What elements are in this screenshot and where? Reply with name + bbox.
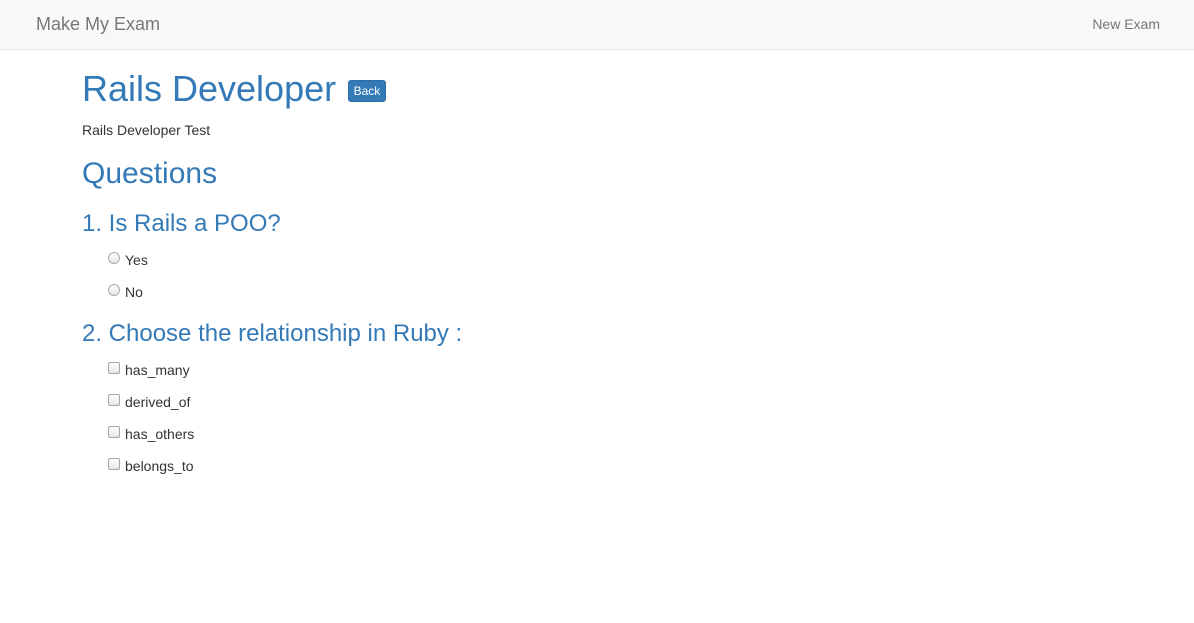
radio-button[interactable]	[108, 284, 120, 296]
page-title: Rails Developer	[82, 68, 337, 109]
new-exam-link[interactable]: New Exam	[1092, 15, 1160, 33]
title-row: Rails Developer Back	[82, 68, 387, 110]
back-button[interactable]: Back	[347, 80, 387, 102]
brand-link[interactable]: Make My Exam	[36, 13, 160, 35]
question-1-title: 1. Is Rails a POO?	[82, 210, 281, 237]
questions-heading: Questions	[82, 157, 218, 190]
radio-button[interactable]	[108, 252, 120, 264]
option-label: No	[125, 284, 143, 300]
option-label: has_many	[125, 362, 190, 378]
checkbox[interactable]	[108, 426, 120, 438]
checkbox[interactable]	[108, 394, 120, 406]
option-label: Yes	[125, 252, 148, 268]
checkbox[interactable]	[108, 458, 120, 470]
option-label: belongs_to	[125, 458, 194, 474]
checkbox[interactable]	[108, 362, 120, 374]
option-label: derived_of	[125, 394, 191, 410]
option-label: has_others	[125, 426, 195, 442]
question-2-title: 2. Choose the relationship in Ruby :	[82, 320, 463, 347]
exam-description: Rails Developer Test	[82, 122, 211, 138]
navbar: Make My Exam New Exam	[0, 0, 1194, 50]
